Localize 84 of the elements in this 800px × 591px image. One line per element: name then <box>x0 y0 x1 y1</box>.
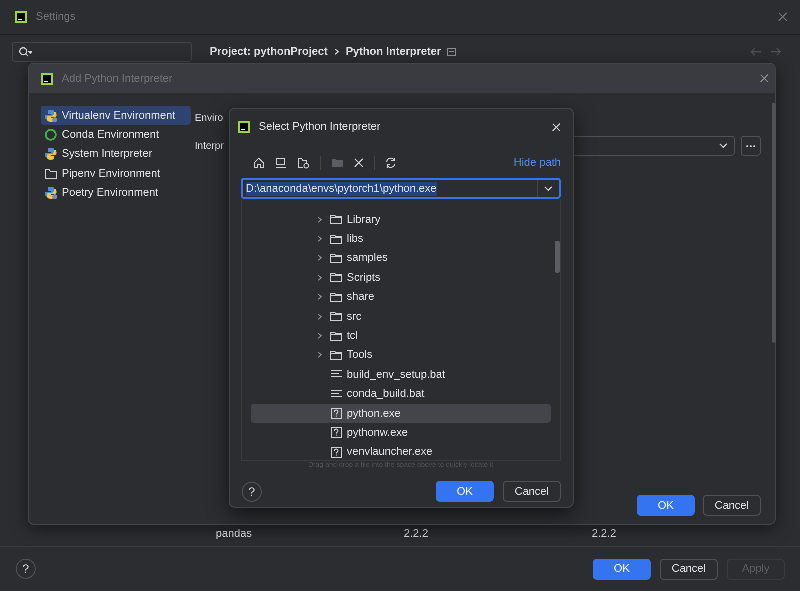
file-tree-item[interactable]: venvlauncher.exe <box>251 442 551 462</box>
file-tree-item[interactable]: libs <box>251 229 551 249</box>
chevron-icon <box>317 254 323 262</box>
folder-icon[interactable] <box>331 157 344 169</box>
help-button[interactable]: ? <box>242 482 262 502</box>
dialog-button[interactable]: OK <box>436 481 494 502</box>
folder-icon <box>330 272 343 284</box>
hide-path-link[interactable]: Hide path <box>514 157 561 169</box>
folder-icon <box>330 330 343 342</box>
file-tree-item[interactable]: samples <box>251 248 551 268</box>
chevron-icon <box>317 216 323 224</box>
window-icon <box>447 48 456 56</box>
app-icon <box>41 72 53 84</box>
caret-icon <box>544 186 553 192</box>
chevron-icon <box>317 312 323 321</box>
environment-item[interactable]: Virtualenv Environment <box>41 106 191 126</box>
back-arrow-icon[interactable] <box>750 47 762 57</box>
environment-item[interactable]: Poetry Environment <box>41 183 191 202</box>
python-icon <box>44 186 58 200</box>
delete-icon[interactable] <box>354 158 364 168</box>
breadcrumb-item: Project: pythonProject <box>210 46 328 58</box>
dialog-title: Add Python Interpreter <box>62 72 173 84</box>
text-file-icon <box>330 388 343 400</box>
folder-icon <box>330 350 343 361</box>
text-file-icon <box>330 369 343 380</box>
environment-item[interactable]: Pipenv Environment <box>41 164 191 184</box>
table-cell-text: pandas <box>216 528 254 540</box>
file-tree-item[interactable]: python.exe <box>251 404 551 424</box>
file-tree-item[interactable]: share <box>251 288 551 307</box>
table-cell-text: 2.2.2 <box>404 528 430 540</box>
file-tree-item[interactable]: build_env_setup.bat <box>251 365 551 385</box>
folder-icon <box>330 234 343 245</box>
chevron-icon <box>334 48 340 56</box>
search-field[interactable] <box>12 42 192 62</box>
file-tree-item[interactable]: src <box>251 306 551 326</box>
path-field[interactable]: D:\anaconda\envs\pytorch1\python.exe <box>241 178 561 199</box>
home-icon[interactable] <box>253 157 265 169</box>
dialog-button[interactable]: Cancel <box>660 558 718 580</box>
field-label: Enviro <box>195 112 224 124</box>
unknown-file-icon <box>330 408 343 420</box>
folder-icon <box>44 166 58 181</box>
folder-icon <box>330 292 343 303</box>
python-icon <box>44 147 58 162</box>
chevron-icon <box>317 274 323 282</box>
file-tree-item[interactable]: Library <box>251 210 551 230</box>
chevron-icon <box>317 235 323 244</box>
dialog-button[interactable]: OK <box>593 558 651 580</box>
app-icon <box>15 11 27 23</box>
folder-icon <box>330 252 343 264</box>
folder-icon <box>330 214 343 226</box>
breadcrumb-item: Python Interpreter <box>346 46 442 58</box>
ellipsis-icon <box>746 144 756 148</box>
caret-icon <box>719 143 728 149</box>
app-icon <box>238 121 250 133</box>
refresh-icon[interactable] <box>385 157 397 169</box>
chevron-icon <box>317 351 323 360</box>
search-icon <box>19 46 32 58</box>
table-cell-text: 2.2.2 <box>592 528 618 540</box>
environment-item[interactable]: System Interpreter <box>41 144 191 164</box>
dialog-button[interactable]: Cancel <box>703 495 761 516</box>
unknown-file-icon <box>330 427 343 438</box>
python-icon <box>44 108 58 123</box>
help-button[interactable]: ? <box>16 559 36 579</box>
scrollbar[interactable] <box>772 103 776 343</box>
chevron-icon <box>317 332 323 340</box>
field-label: Interpr <box>195 140 224 152</box>
ring-icon <box>44 128 58 142</box>
file-tree-item[interactable]: conda_build.bat <box>251 384 551 404</box>
dialog-button[interactable]: Cancel <box>503 481 561 502</box>
project-folder-icon[interactable] <box>297 157 310 169</box>
scrollbar[interactable] <box>555 241 560 273</box>
file-tree-item[interactable]: tcl <box>251 326 551 346</box>
browse-button[interactable] <box>741 136 761 156</box>
environment-item[interactable]: Conda Environment <box>41 125 191 145</box>
desktop-icon[interactable] <box>275 157 287 169</box>
file-tree-item[interactable]: Scripts <box>251 268 551 288</box>
file-tree-item[interactable]: Tools <box>251 346 551 366</box>
file-tree-item[interactable]: pythonw.exe <box>251 423 551 443</box>
folder-icon <box>330 311 343 322</box>
chevron-icon <box>317 293 323 302</box>
unknown-file-icon <box>330 446 343 458</box>
dialog-button[interactable]: OK <box>637 495 695 516</box>
dialog-title: Select Python Interpreter <box>259 121 381 133</box>
window-title: Settings <box>36 11 76 23</box>
